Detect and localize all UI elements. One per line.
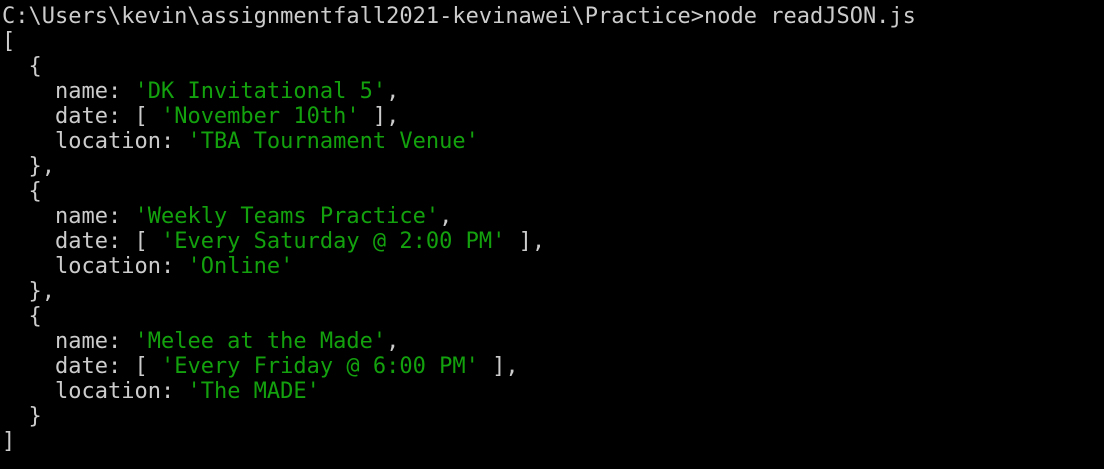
object-open-line: { bbox=[2, 54, 1104, 79]
array-close-bracket: ] bbox=[2, 429, 16, 454]
command-text: node readJSON.js bbox=[704, 4, 916, 29]
record-1-date-value: 'Every Saturday @ 2:00 PM' bbox=[160, 229, 506, 254]
record-0-name-value: 'DK Invitational 5' bbox=[134, 79, 387, 104]
object-close-line: }, bbox=[2, 154, 1104, 179]
record-0-location-line: location: 'TBA Tournament Venue' bbox=[54, 129, 479, 154]
record-2-name-value: 'Melee at the Made' bbox=[134, 329, 387, 354]
key-date: date bbox=[54, 354, 108, 379]
key-location: location bbox=[54, 129, 161, 154]
object-close-brace: }, bbox=[28, 279, 56, 304]
object-close-line: } bbox=[2, 404, 1104, 429]
record-2-location-line: location: 'The MADE' bbox=[54, 379, 320, 404]
key-name: name bbox=[54, 204, 108, 229]
command-line: C:\Users\kevin\assignmentfall2021-kevina… bbox=[2, 4, 1104, 29]
object-open-brace: { bbox=[28, 304, 42, 329]
key-name: name bbox=[54, 79, 108, 104]
record-0-date-line: date: [ 'November 10th' ], bbox=[54, 104, 400, 129]
array-open-bracket: [ bbox=[2, 29, 16, 54]
prompt-path: C:\Users\kevin\assignmentfall2021-kevina… bbox=[2, 4, 704, 29]
key-date: date bbox=[54, 229, 108, 254]
object-close-brace: } bbox=[28, 404, 42, 429]
object-close-line: }, bbox=[2, 279, 1104, 304]
object-open-brace: { bbox=[28, 179, 42, 204]
record-0-location-value: 'TBA Tournament Venue' bbox=[187, 129, 479, 154]
key-name: name bbox=[54, 329, 108, 354]
record-1-name-line: name: 'Weekly Teams Practice', bbox=[54, 204, 453, 229]
record-2-date-value: 'Every Friday @ 6:00 PM' bbox=[160, 354, 479, 379]
object-open-line: { bbox=[2, 304, 1104, 329]
object-open-line: { bbox=[2, 179, 1104, 204]
object-open-brace: { bbox=[28, 54, 42, 79]
record-1-name-value: 'Weekly Teams Practice' bbox=[134, 204, 440, 229]
terminal-window[interactable]: C:\Users\kevin\assignmentfall2021-kevina… bbox=[0, 0, 1104, 469]
record-1-date-line: date: [ 'Every Saturday @ 2:00 PM' ], bbox=[54, 229, 546, 254]
object-close-brace: }, bbox=[28, 154, 56, 179]
record-1-location-value: 'Online' bbox=[187, 254, 294, 279]
key-location: location bbox=[54, 254, 161, 279]
record-2-date-line: date: [ 'Every Friday @ 6:00 PM' ], bbox=[54, 354, 519, 379]
array-close-line: ] bbox=[2, 429, 1104, 454]
record-0-date-value: 'November 10th' bbox=[160, 104, 360, 129]
record-2-location-value: 'The MADE' bbox=[187, 379, 320, 404]
record-2-name-line: name: 'Melee at the Made', bbox=[54, 329, 400, 354]
key-location: location bbox=[54, 379, 161, 404]
array-open-line: [ bbox=[2, 29, 1104, 54]
key-date: date bbox=[54, 104, 108, 129]
record-1-location-line: location: 'Online' bbox=[54, 254, 294, 279]
record-0-name-line: name: 'DK Invitational 5', bbox=[54, 79, 400, 104]
